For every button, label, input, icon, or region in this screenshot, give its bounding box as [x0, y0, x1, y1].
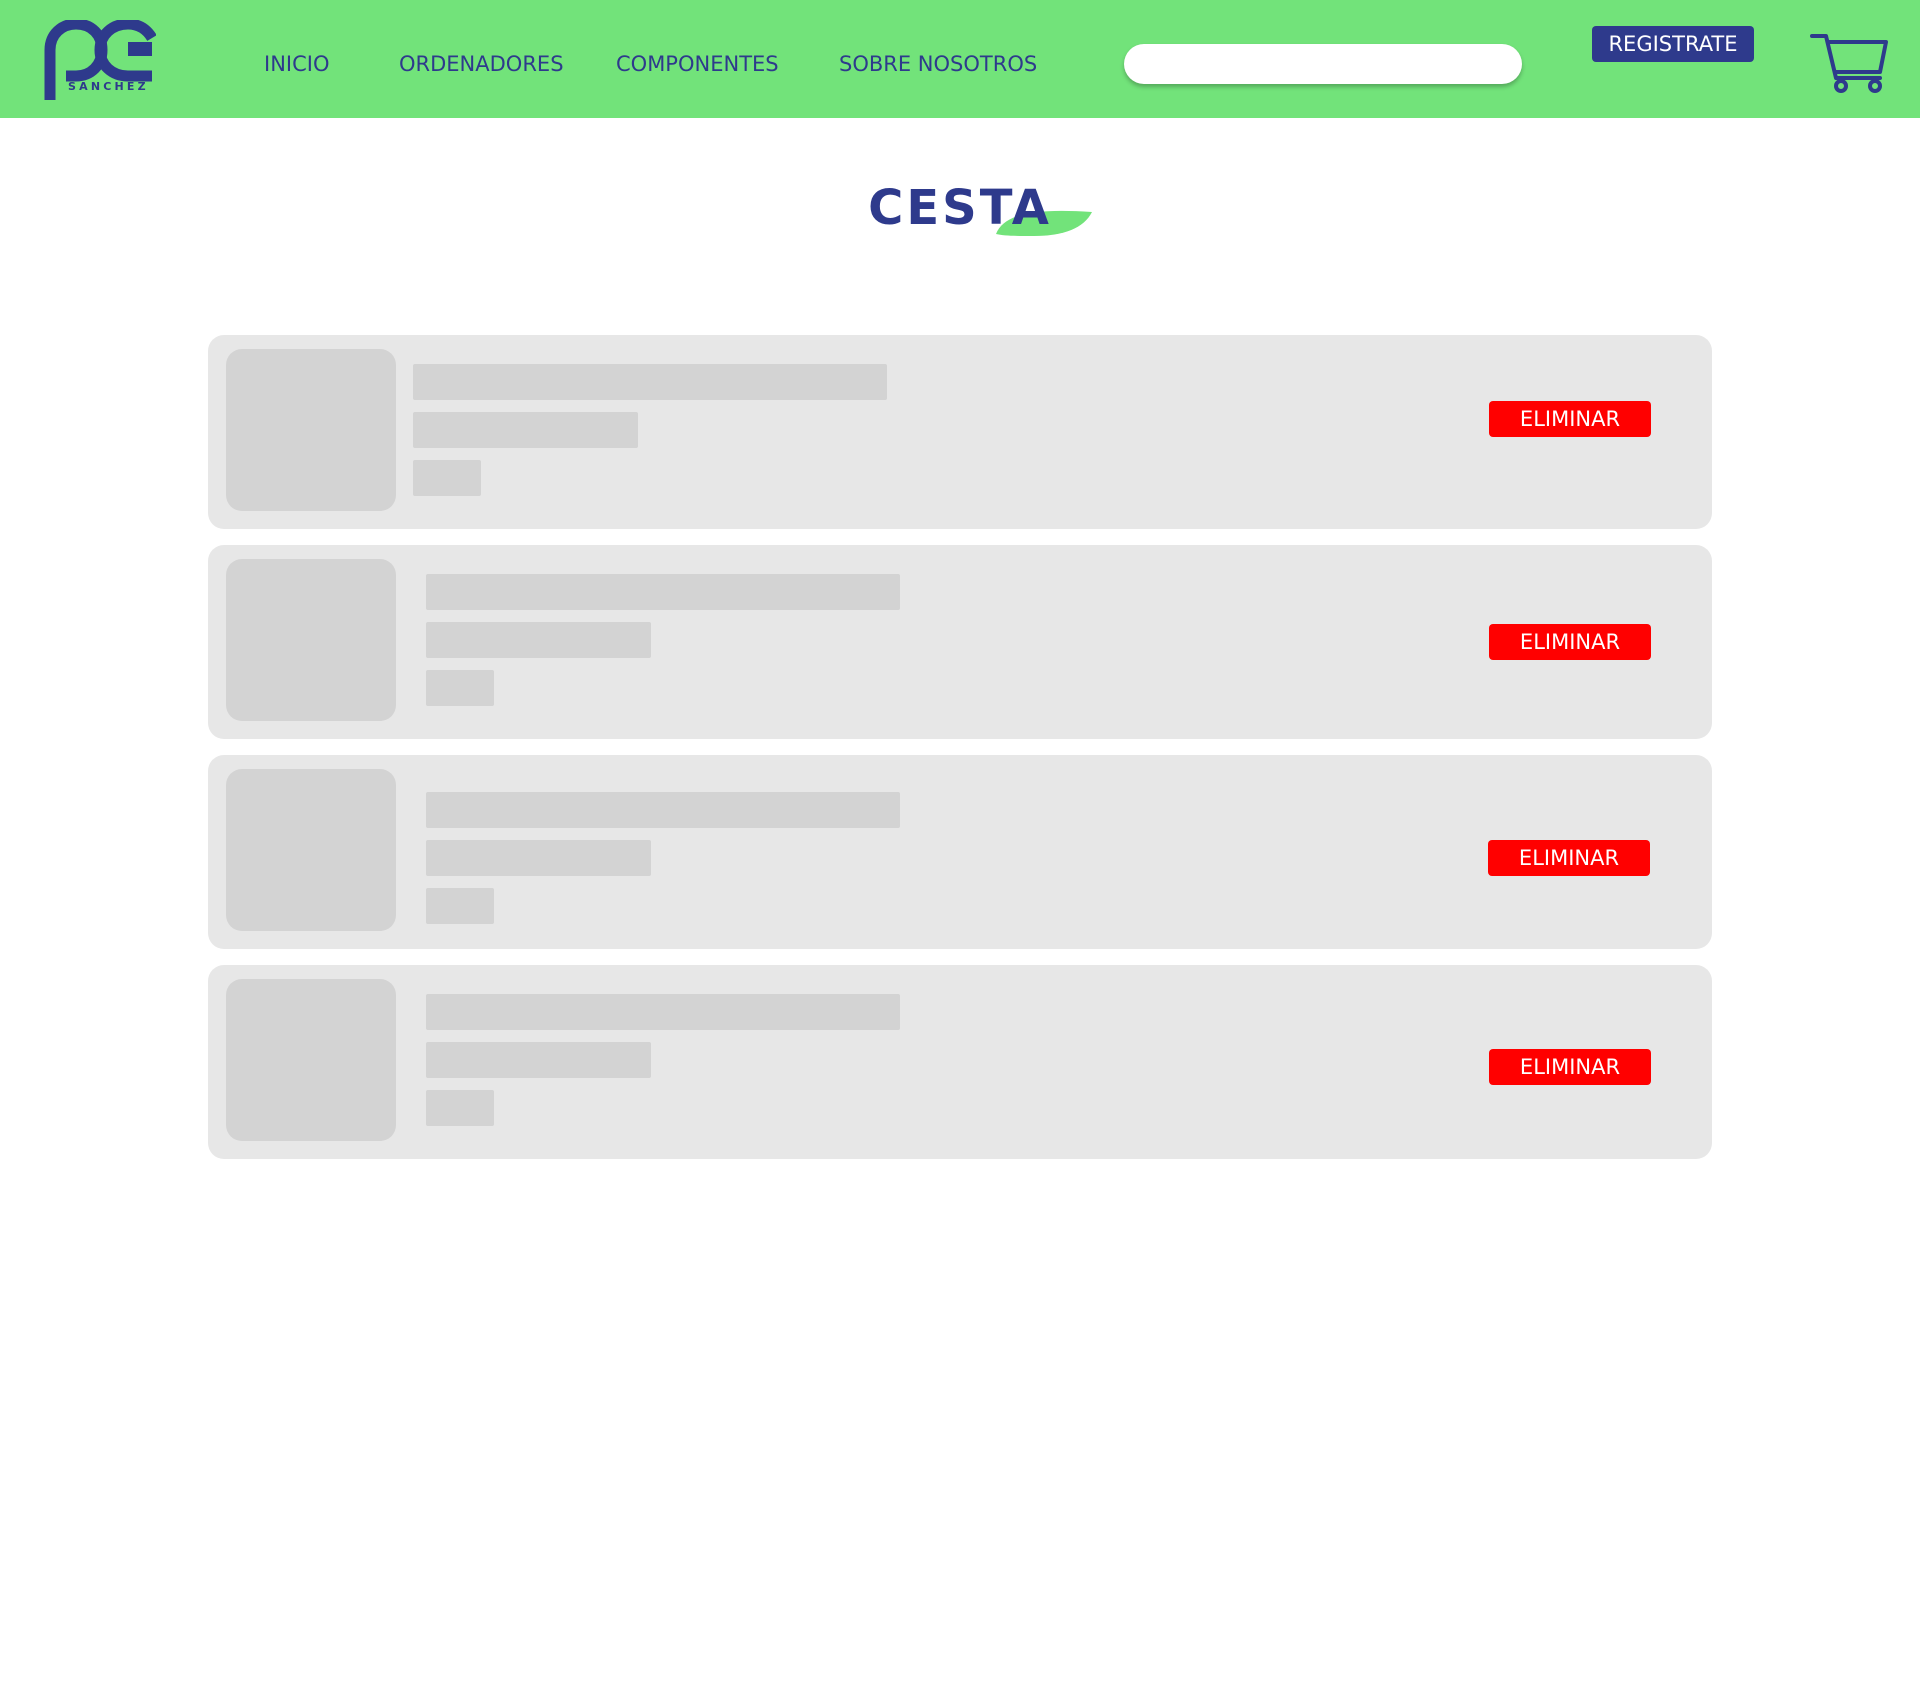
register-button[interactable]: REGISTRATE [1592, 26, 1754, 62]
nav-item-sobre-nosotros[interactable]: SOBRE NOSOTROS [839, 50, 1037, 78]
cart-item: ELIMINAR [208, 545, 1712, 739]
product-name-placeholder [426, 574, 900, 610]
product-detail-placeholder [426, 840, 651, 876]
top-header: SANCHEZ INICIO ORDENADORES COMPONENTES S… [0, 0, 1920, 118]
product-price-placeholder [413, 460, 481, 496]
product-price-placeholder [426, 1090, 494, 1126]
title-area: CESTA [0, 178, 1920, 248]
cart-item: ELIMINAR [208, 335, 1712, 529]
delete-button[interactable]: ELIMINAR [1488, 840, 1650, 876]
product-detail-placeholder [426, 622, 651, 658]
product-image-placeholder [226, 349, 396, 511]
product-image-placeholder [226, 559, 396, 721]
product-image-placeholder [226, 769, 396, 931]
nav-item-ordenadores[interactable]: ORDENADORES [399, 50, 564, 78]
delete-button[interactable]: ELIMINAR [1489, 401, 1651, 437]
product-name-placeholder [426, 994, 900, 1030]
product-image-placeholder [226, 979, 396, 1141]
nav-item-inicio[interactable]: INICIO [264, 50, 329, 78]
nav-item-componentes[interactable]: COMPONENTES [616, 50, 779, 78]
brand-logo[interactable]: SANCHEZ [44, 20, 156, 102]
product-name-placeholder [413, 364, 887, 400]
cart-item: ELIMINAR [208, 755, 1712, 949]
cart-icon [1810, 34, 1888, 93]
product-price-placeholder [426, 670, 494, 706]
cart-button[interactable] [1808, 28, 1892, 94]
page-title: CESTA [868, 180, 1052, 236]
delete-button[interactable]: ELIMINAR [1489, 624, 1651, 660]
cart-item: ELIMINAR [208, 965, 1712, 1159]
product-price-placeholder [426, 888, 494, 924]
search-input[interactable] [1124, 44, 1522, 84]
product-name-placeholder [426, 792, 900, 828]
search-box [1124, 44, 1522, 84]
product-detail-placeholder [413, 412, 638, 448]
logo-subtitle: SANCHEZ [68, 80, 149, 93]
product-detail-placeholder [426, 1042, 651, 1078]
delete-button[interactable]: ELIMINAR [1489, 1049, 1651, 1085]
